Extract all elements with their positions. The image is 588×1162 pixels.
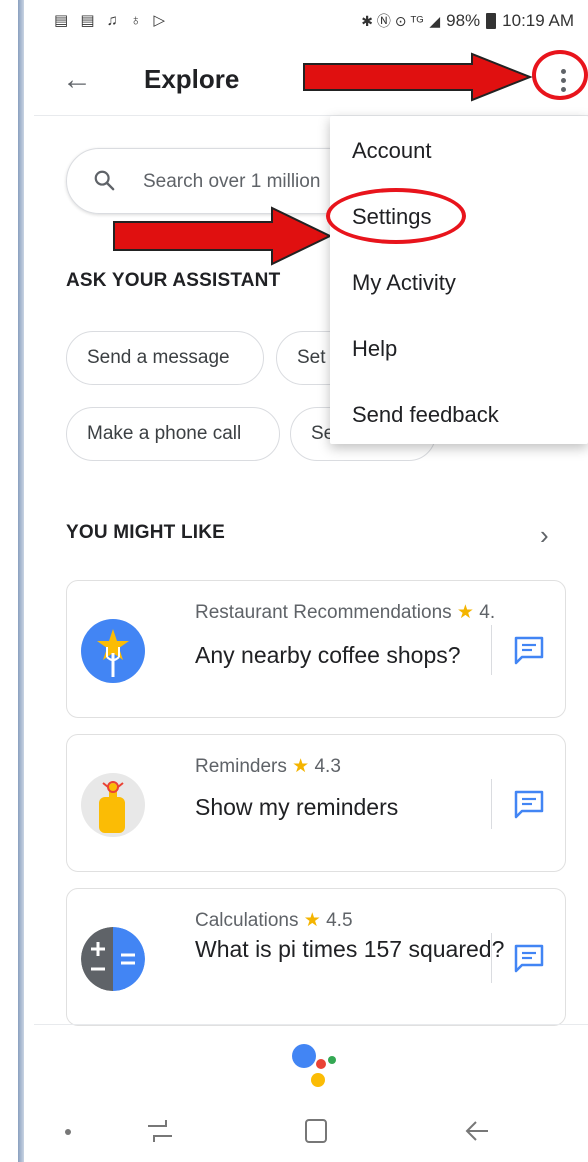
card-reminders[interactable]: Reminders ★ 4.3 Show my reminders [66, 734, 566, 872]
dot-icon[interactable] [64, 1128, 72, 1136]
page-title: Explore [144, 64, 240, 94]
menu-item-help[interactable]: Help [352, 336, 397, 362]
ask-assistant-heading: ASK YOUR ASSISTANT [66, 270, 281, 291]
star-icon: ★ [456, 602, 474, 623]
chip-send-message[interactable]: Send a message [66, 331, 264, 385]
annotation-circle-more [532, 50, 588, 100]
home-icon[interactable] [304, 1118, 328, 1144]
calculator-icon [81, 927, 145, 991]
card-query: What is pi times 157 squared? [195, 936, 505, 962]
battery-level: 98% [446, 11, 481, 30]
status-right: ✱ Ⓝ ⊙ ᵀᴳ ◢ 98% 10:19 AM [361, 11, 574, 31]
might-like-heading: YOU MIGHT LIKE [66, 522, 226, 543]
recent-apps-icon[interactable] [146, 1118, 174, 1144]
system-nav-bar [34, 1100, 588, 1162]
search-icon [94, 170, 115, 191]
back-icon[interactable] [464, 1120, 490, 1142]
status-bar: ▤ ▤ ♫ ♁ ▷ ✱ Ⓝ ⊙ ᵀᴳ ◢ 98% 10:19 AM [34, 0, 588, 44]
card-category: Calculations ★ 4.5 [195, 910, 353, 931]
chip-phone-call[interactable]: Make a phone call [66, 407, 280, 461]
overflow-menu: Account Settings My Activity Help Send f… [326, 116, 588, 444]
signal-icon: ◢ [429, 12, 441, 29]
restaurant-icon [81, 619, 145, 683]
chat-bubble-icon[interactable] [513, 635, 545, 665]
card-calculations[interactable]: Calculations ★ 4.5 What is pi times 157 … [66, 888, 566, 1026]
notification-icons: ▤ ▤ ♫ ♁ ▷ [54, 12, 170, 29]
assistant-logo-icon[interactable] [290, 1040, 350, 1090]
card-query: Any nearby coffee shops? [195, 642, 461, 668]
system-icons: ✱ Ⓝ ⊙ ᵀᴳ [361, 13, 424, 29]
battery-icon [486, 13, 497, 29]
star-icon: ★ [303, 910, 321, 931]
menu-item-my-activity[interactable]: My Activity [352, 270, 456, 296]
card-restaurant[interactable]: Restaurant Recommendations ★ 4. Any near… [66, 580, 566, 718]
phone-screen: ▤ ▤ ♫ ♁ ▷ ✱ Ⓝ ⊙ ᵀᴳ ◢ 98% 10:19 AM ← Expl… [34, 0, 588, 1162]
chevron-right-icon[interactable]: › [540, 520, 549, 551]
window-left-edge [0, 0, 24, 1162]
clock: 10:19 AM [502, 11, 574, 30]
annotation-circle-settings [326, 188, 466, 244]
reminder-hand-icon [81, 773, 145, 837]
star-icon: ★ [292, 756, 310, 777]
chat-bubble-icon[interactable] [513, 789, 545, 819]
menu-item-send-feedback[interactable]: Send feedback [352, 402, 499, 428]
card-category: Reminders ★ 4.3 [195, 756, 341, 777]
annotation-arrow-more [303, 52, 533, 102]
card-category: Restaurant Recommendations ★ 4. [195, 602, 496, 623]
annotation-arrow-settings [113, 206, 333, 266]
chat-bubble-icon[interactable] [513, 943, 545, 973]
menu-item-account[interactable]: Account [352, 138, 432, 164]
card-query: Show my reminders [195, 794, 399, 820]
back-arrow-icon[interactable]: ← [62, 62, 102, 98]
